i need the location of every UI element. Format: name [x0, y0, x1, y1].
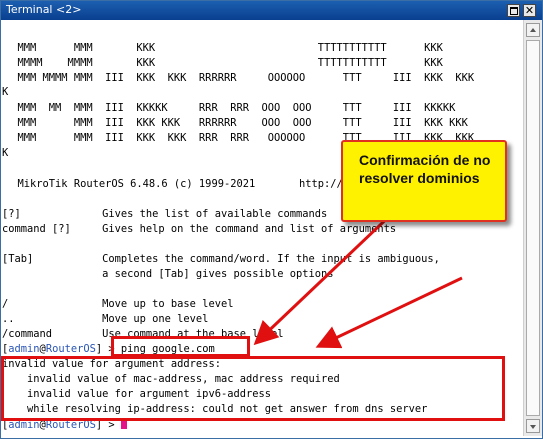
annotation-callout: Confirmación de no resolver dominios: [341, 140, 507, 222]
arrow-to-command: [253, 206, 400, 346]
arrow-to-error: [315, 276, 463, 349]
